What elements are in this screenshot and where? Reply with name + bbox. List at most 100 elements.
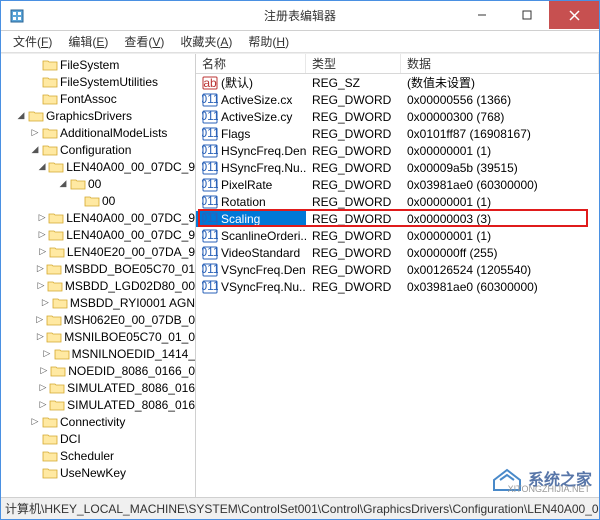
- expander-none: [29, 76, 41, 88]
- tree-node-label: NOEDID_8086_0166_0: [68, 364, 195, 378]
- value-name: ActiveSize.cx: [221, 93, 292, 107]
- expander-open-icon[interactable]: ◢: [15, 110, 27, 122]
- column-name[interactable]: 名称: [196, 54, 306, 73]
- list-row[interactable]: 011VSyncFreq.Den...REG_DWORD0x00126524 (…: [196, 261, 599, 278]
- list-row[interactable]: 011ScanlineOrderi...REG_DWORD0x00000001 …: [196, 227, 599, 244]
- tree-node[interactable]: Scheduler: [1, 447, 195, 464]
- close-button[interactable]: [549, 1, 599, 29]
- tree-node[interactable]: DCI: [1, 430, 195, 447]
- expander-closed-icon[interactable]: ▷: [35, 314, 45, 326]
- value-name: HSyncFreq.Den...: [221, 144, 306, 158]
- tree-node[interactable]: ▷MSBDD_RYI0001 AGN: [1, 294, 195, 311]
- menu-help[interactable]: 帮助(H): [240, 31, 297, 52]
- list-row[interactable]: 011VideoStandardREG_DWORD0x000000ff (255…: [196, 244, 599, 261]
- cell-data: 0x00000001 (1): [401, 144, 599, 158]
- tree-node[interactable]: 00: [1, 192, 195, 209]
- tree-node[interactable]: ▷MSNILNOEDID_1414_: [1, 345, 195, 362]
- expander-closed-icon[interactable]: ▷: [29, 416, 41, 428]
- cell-type: REG_DWORD: [306, 144, 401, 158]
- tree-node[interactable]: ▷ SIMULATED_8086_016: [1, 396, 195, 413]
- column-type[interactable]: 类型: [306, 54, 401, 73]
- cell-name: 011VideoStandard: [196, 245, 306, 261]
- content-area: FileSystemFileSystemUtilities FontAssoc◢G…: [1, 53, 599, 497]
- menu-view[interactable]: 查看(V): [116, 31, 172, 52]
- list-row[interactable]: 011ScalingREG_DWORD0x00000003 (3): [196, 210, 599, 227]
- tree-node[interactable]: FileSystemUtilities: [1, 73, 195, 90]
- list-row[interactable]: 011RotationREG_DWORD0x00000001 (1): [196, 193, 599, 210]
- tree-node[interactable]: ◢Configuration: [1, 141, 195, 158]
- tree-node[interactable]: ▷MSH062E0_00_07DB_0: [1, 311, 195, 328]
- tree-node-label: FontAssoc: [60, 92, 117, 106]
- cell-name: 011ScanlineOrderi...: [196, 228, 306, 244]
- menu-favorites[interactable]: 收藏夹(A): [172, 31, 240, 52]
- tree-node[interactable]: ▷MSBDD_BOE05C70_01: [1, 260, 195, 277]
- tree-node[interactable]: ▷MSNILBOE05C70_01_0: [1, 328, 195, 345]
- value-name: VSyncFreq.Nu...: [221, 280, 306, 294]
- tree-node-label: 00: [102, 194, 115, 208]
- tree-node[interactable]: ▷ LEN40E20_00_07DA_9: [1, 243, 195, 260]
- cell-type: REG_SZ: [306, 76, 401, 90]
- tree-view[interactable]: FileSystemFileSystemUtilities FontAssoc◢G…: [1, 54, 196, 497]
- menu-file[interactable]: 文件(F): [5, 31, 60, 52]
- tree-node[interactable]: UseNewKey: [1, 464, 195, 481]
- list-row[interactable]: 011HSyncFreq.Den...REG_DWORD0x00000001 (…: [196, 142, 599, 159]
- tree-node[interactable]: ▷Connectivity: [1, 413, 195, 430]
- folder-icon: [46, 312, 62, 328]
- tree-node-label: LEN40E20_00_07DA_9: [67, 245, 195, 259]
- expander-closed-icon[interactable]: ▷: [37, 246, 47, 258]
- cell-data: 0x0101ff87 (16908167): [401, 127, 599, 141]
- cell-type: REG_DWORD: [306, 127, 401, 141]
- expander-closed-icon[interactable]: ▷: [36, 280, 46, 292]
- tree-node[interactable]: ◢LEN40A00_00_07DC_9: [1, 158, 195, 175]
- titlebar[interactable]: 注册表编辑器: [1, 1, 599, 31]
- app-icon: [9, 8, 25, 24]
- tree-node[interactable]: ▷LEN40A00_00_07DC_9: [1, 209, 195, 226]
- list-row[interactable]: 011HSyncFreq.Nu...REG_DWORD0x00009a5b (3…: [196, 159, 599, 176]
- expander-closed-icon[interactable]: ▷: [39, 365, 50, 377]
- folder-icon: [49, 380, 65, 396]
- expander-closed-icon[interactable]: ▷: [37, 212, 47, 224]
- list-row[interactable]: ab(默认)REG_SZ(数值未设置): [196, 74, 599, 91]
- expander-none: [29, 450, 41, 462]
- maximize-button[interactable]: [504, 1, 549, 29]
- tree-node[interactable]: FontAssoc: [1, 90, 195, 107]
- tree-node[interactable]: ◢GraphicsDrivers: [1, 107, 195, 124]
- expander-closed-icon[interactable]: ▷: [40, 297, 51, 309]
- tree-node[interactable]: ▷SIMULATED_8086_016: [1, 379, 195, 396]
- svg-text:011: 011: [202, 92, 218, 106]
- list-header: 名称 类型 数据: [196, 54, 599, 74]
- list-view[interactable]: 名称 类型 数据 ab(默认)REG_SZ(数值未设置)011ActiveSiz…: [196, 54, 599, 497]
- tree-node[interactable]: ▷LEN40A00_00_07DC_9: [1, 226, 195, 243]
- expander-open-icon[interactable]: ◢: [37, 161, 47, 173]
- expander-closed-icon[interactable]: ▷: [41, 348, 52, 360]
- column-data[interactable]: 数据: [401, 54, 599, 73]
- menu-edit[interactable]: 编辑(E): [60, 31, 116, 52]
- list-row[interactable]: 011ActiveSize.cxREG_DWORD0x00000556 (136…: [196, 91, 599, 108]
- tree-node[interactable]: FileSystem: [1, 56, 195, 73]
- tree-node[interactable]: ▷AdditionalModeLists: [1, 124, 195, 141]
- tree-node[interactable]: ◢00: [1, 175, 195, 192]
- value-name: PixelRate: [221, 178, 272, 192]
- expander-closed-icon[interactable]: ▷: [35, 263, 45, 275]
- minimize-button[interactable]: [459, 1, 504, 29]
- folder-icon: [84, 193, 100, 209]
- tree-node[interactable]: ▷ NOEDID_8086_0166_0: [1, 362, 195, 379]
- expander-closed-icon[interactable]: ▷: [37, 229, 47, 241]
- list-row[interactable]: 011VSyncFreq.Nu...REG_DWORD0x03981ae0 (6…: [196, 278, 599, 295]
- expander-closed-icon[interactable]: ▷: [29, 127, 41, 139]
- expander-closed-icon[interactable]: ▷: [38, 399, 48, 411]
- folder-icon: [46, 261, 62, 277]
- list-row[interactable]: 011ActiveSize.cyREG_DWORD0x00000300 (768…: [196, 108, 599, 125]
- expander-open-icon[interactable]: ◢: [57, 178, 69, 190]
- expander-open-icon[interactable]: ◢: [29, 144, 41, 156]
- expander-closed-icon[interactable]: ▷: [38, 382, 48, 394]
- tree-node[interactable]: ▷MSBDD_LGD02D80_00: [1, 277, 195, 294]
- folder-icon: [42, 142, 58, 158]
- cell-type: REG_DWORD: [306, 93, 401, 107]
- list-row[interactable]: 011PixelRateREG_DWORD0x03981ae0 (6030000…: [196, 176, 599, 193]
- folder-icon: [48, 227, 64, 243]
- list-row[interactable]: 011FlagsREG_DWORD0x0101ff87 (16908167): [196, 125, 599, 142]
- cell-type: REG_DWORD: [306, 246, 401, 260]
- expander-closed-icon[interactable]: ▷: [35, 331, 45, 343]
- tree-node-label: SIMULATED_8086_016: [67, 398, 195, 412]
